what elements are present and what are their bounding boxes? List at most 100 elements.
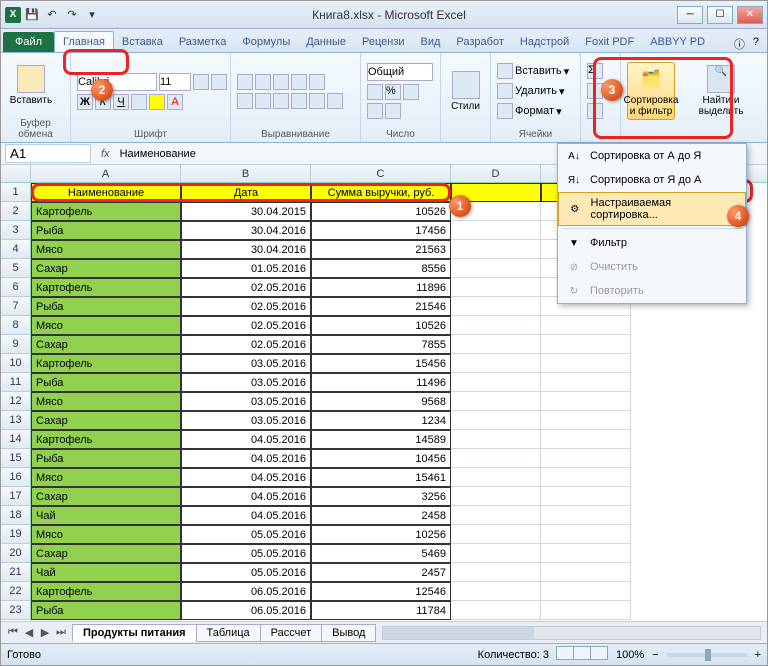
row-header[interactable]: 12 xyxy=(1,392,31,411)
tab-addins[interactable]: Надстрой xyxy=(512,32,577,52)
row-header[interactable]: 23 xyxy=(1,601,31,620)
qat-more-icon[interactable]: ▾ xyxy=(83,6,101,24)
select-all-corner[interactable] xyxy=(1,165,31,182)
cell[interactable]: Сахар xyxy=(31,259,181,278)
cell[interactable] xyxy=(451,259,541,278)
tab-view[interactable]: Вид xyxy=(413,32,449,52)
tab-developer[interactable]: Разработ xyxy=(448,32,511,52)
cell[interactable]: 2457 xyxy=(311,563,451,582)
menu-sort-az[interactable]: А↓Сортировка от А до Я xyxy=(558,144,746,168)
cell[interactable]: 10526 xyxy=(311,202,451,221)
col-header-c[interactable]: C xyxy=(311,165,451,182)
minimize-ribbon-icon[interactable]: ⓘ xyxy=(734,36,745,52)
cell[interactable]: Рыба xyxy=(31,373,181,392)
sheet-nav-prev-icon[interactable]: ◀ xyxy=(21,626,37,639)
row-header[interactable]: 18 xyxy=(1,506,31,525)
cell[interactable] xyxy=(541,544,631,563)
tab-foxit[interactable]: Foxit PDF xyxy=(577,32,642,52)
cell[interactable]: Мясо xyxy=(31,240,181,259)
cell[interactable]: 06.05.2016 xyxy=(181,601,311,620)
cell[interactable]: 10456 xyxy=(311,449,451,468)
styles-button[interactable]: Стили xyxy=(447,69,484,114)
cell[interactable]: Чай xyxy=(31,563,181,582)
cell[interactable]: 7855 xyxy=(311,335,451,354)
paste-button[interactable]: Вставить xyxy=(7,63,55,108)
cell[interactable]: 9568 xyxy=(311,392,451,411)
row-header[interactable]: 22 xyxy=(1,582,31,601)
row-header[interactable]: 5 xyxy=(1,259,31,278)
orientation-icon[interactable] xyxy=(291,74,307,90)
cell[interactable]: Мясо xyxy=(31,392,181,411)
cell[interactable]: 02.05.2016 xyxy=(181,316,311,335)
grow-font-icon[interactable] xyxy=(193,74,209,90)
sheet-tab-3[interactable]: Рассчет xyxy=(260,624,323,642)
cell[interactable] xyxy=(451,221,541,240)
tab-file[interactable]: Файл xyxy=(3,32,54,52)
cell[interactable]: 30.04.2016 xyxy=(181,221,311,240)
col-header-b[interactable]: B xyxy=(181,165,311,182)
cell[interactable] xyxy=(541,487,631,506)
merge-icon[interactable] xyxy=(327,93,343,109)
cell[interactable] xyxy=(541,582,631,601)
dec-decimal-icon[interactable] xyxy=(385,103,401,119)
cell[interactable] xyxy=(541,430,631,449)
col-header-a[interactable]: A xyxy=(31,165,181,182)
number-format-select[interactable] xyxy=(367,63,433,81)
row-header[interactable]: 2 xyxy=(1,202,31,221)
cell[interactable]: 15456 xyxy=(311,354,451,373)
horizontal-scrollbar[interactable] xyxy=(382,626,761,640)
align-middle-icon[interactable] xyxy=(255,74,271,90)
cell[interactable]: Сумма выручки, руб. xyxy=(311,183,451,202)
cell[interactable]: 06.05.2016 xyxy=(181,582,311,601)
sheet-nav-next-icon[interactable]: ▶ xyxy=(37,626,53,639)
cell[interactable] xyxy=(451,544,541,563)
undo-icon[interactable]: ↶ xyxy=(43,6,61,24)
inc-decimal-icon[interactable] xyxy=(367,103,383,119)
underline-icon[interactable]: Ч xyxy=(113,94,129,110)
cell[interactable] xyxy=(451,468,541,487)
cell[interactable] xyxy=(451,392,541,411)
cell[interactable]: Дата xyxy=(181,183,311,202)
wrap-text-icon[interactable] xyxy=(309,74,325,90)
find-select-button[interactable]: 🔍 Найти и выделить xyxy=(697,63,745,119)
row-header[interactable]: 7 xyxy=(1,297,31,316)
cell[interactable] xyxy=(541,449,631,468)
cell[interactable]: 21546 xyxy=(311,297,451,316)
row-header[interactable]: 6 xyxy=(1,278,31,297)
align-center-icon[interactable] xyxy=(255,93,271,109)
format-cells-button[interactable]: Формат xyxy=(515,105,554,117)
currency-icon[interactable] xyxy=(367,84,383,100)
cell[interactable]: 30.04.2016 xyxy=(181,240,311,259)
cell[interactable]: Мясо xyxy=(31,525,181,544)
cell[interactable] xyxy=(451,506,541,525)
tab-layout[interactable]: Разметка xyxy=(171,32,235,52)
cell[interactable] xyxy=(541,563,631,582)
cell[interactable]: Картофель xyxy=(31,278,181,297)
cell[interactable] xyxy=(451,601,541,620)
cell[interactable] xyxy=(451,335,541,354)
zoom-out-icon[interactable]: − xyxy=(652,649,658,661)
menu-sort-za[interactable]: Я↓Сортировка от Я до А xyxy=(558,168,746,192)
row-header[interactable]: 11 xyxy=(1,373,31,392)
sort-filter-button[interactable]: 🗂️ Сортировка и фильтр xyxy=(627,62,675,120)
minimize-button[interactable]: ─ xyxy=(677,6,703,24)
cell[interactable] xyxy=(451,487,541,506)
fx-icon[interactable]: fx xyxy=(95,148,116,160)
cell[interactable]: 04.05.2016 xyxy=(181,468,311,487)
close-button[interactable]: ✕ xyxy=(737,6,763,24)
row-header[interactable]: 13 xyxy=(1,411,31,430)
cell[interactable]: 03.05.2016 xyxy=(181,411,311,430)
cell[interactable]: 15461 xyxy=(311,468,451,487)
cell[interactable] xyxy=(541,335,631,354)
cell[interactable]: 04.05.2016 xyxy=(181,449,311,468)
cell[interactable]: 8556 xyxy=(311,259,451,278)
cell[interactable]: 11784 xyxy=(311,601,451,620)
insert-cells-button[interactable]: Вставить xyxy=(515,65,562,77)
help-icon[interactable]: ? xyxy=(753,36,759,52)
cell[interactable] xyxy=(451,582,541,601)
cell[interactable] xyxy=(451,563,541,582)
cell[interactable]: Картофель xyxy=(31,202,181,221)
clear-icon[interactable] xyxy=(587,103,603,119)
font-name-select[interactable] xyxy=(77,73,157,91)
fill-color-icon[interactable] xyxy=(149,94,165,110)
